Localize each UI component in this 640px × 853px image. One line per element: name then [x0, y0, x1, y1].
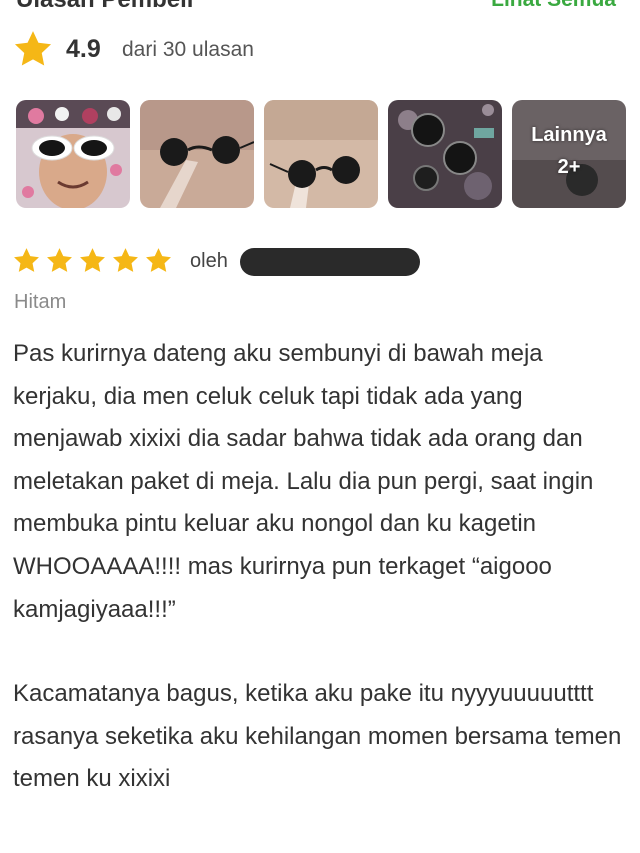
star-icon	[80, 248, 105, 272]
rating-summary: 4.9 dari 30 ulasan	[12, 26, 412, 72]
review-photo-thumbnail[interactable]	[16, 100, 130, 208]
review-text: Pas kurirnya dateng aku sembunyi di bawa…	[13, 333, 628, 801]
see-all-link[interactable]: Lihat Semua	[491, 0, 616, 12]
review-header: oleh	[12, 240, 432, 280]
star-icon	[14, 31, 52, 66]
more-photos-count: 2+	[557, 156, 581, 178]
star-icon	[47, 248, 72, 272]
star-icon	[113, 248, 138, 272]
star-icon	[146, 248, 171, 272]
review-photo-thumbnail[interactable]	[388, 100, 502, 208]
reviewer-name-redacted	[240, 248, 420, 276]
section-title: Ulasan Pembeli	[16, 0, 193, 14]
review-star-rating	[12, 246, 177, 276]
review-paragraph: Pas kurirnya dateng aku sembunyi di bawa…	[13, 340, 594, 623]
review-photo-thumbnail[interactable]	[264, 100, 378, 208]
review-photo-more[interactable]: Lainnya 2+	[512, 100, 626, 208]
rating-count: dari 30 ulasan	[122, 38, 254, 61]
product-variant: Hitam	[14, 291, 67, 313]
more-photos-label: Lainnya	[531, 124, 607, 146]
review-photo-gallery: Lainnya 2+	[16, 100, 626, 210]
review-by-label: oleh	[190, 250, 228, 272]
review-photo-thumbnail[interactable]	[140, 100, 254, 208]
rating-value: 4.9	[66, 35, 101, 63]
section-header: Ulasan Pembeli Lihat Semua	[0, 0, 640, 14]
review-paragraph: Kacamatanya bagus, ketika aku pake itu n…	[13, 680, 622, 793]
star-icon	[14, 248, 39, 272]
